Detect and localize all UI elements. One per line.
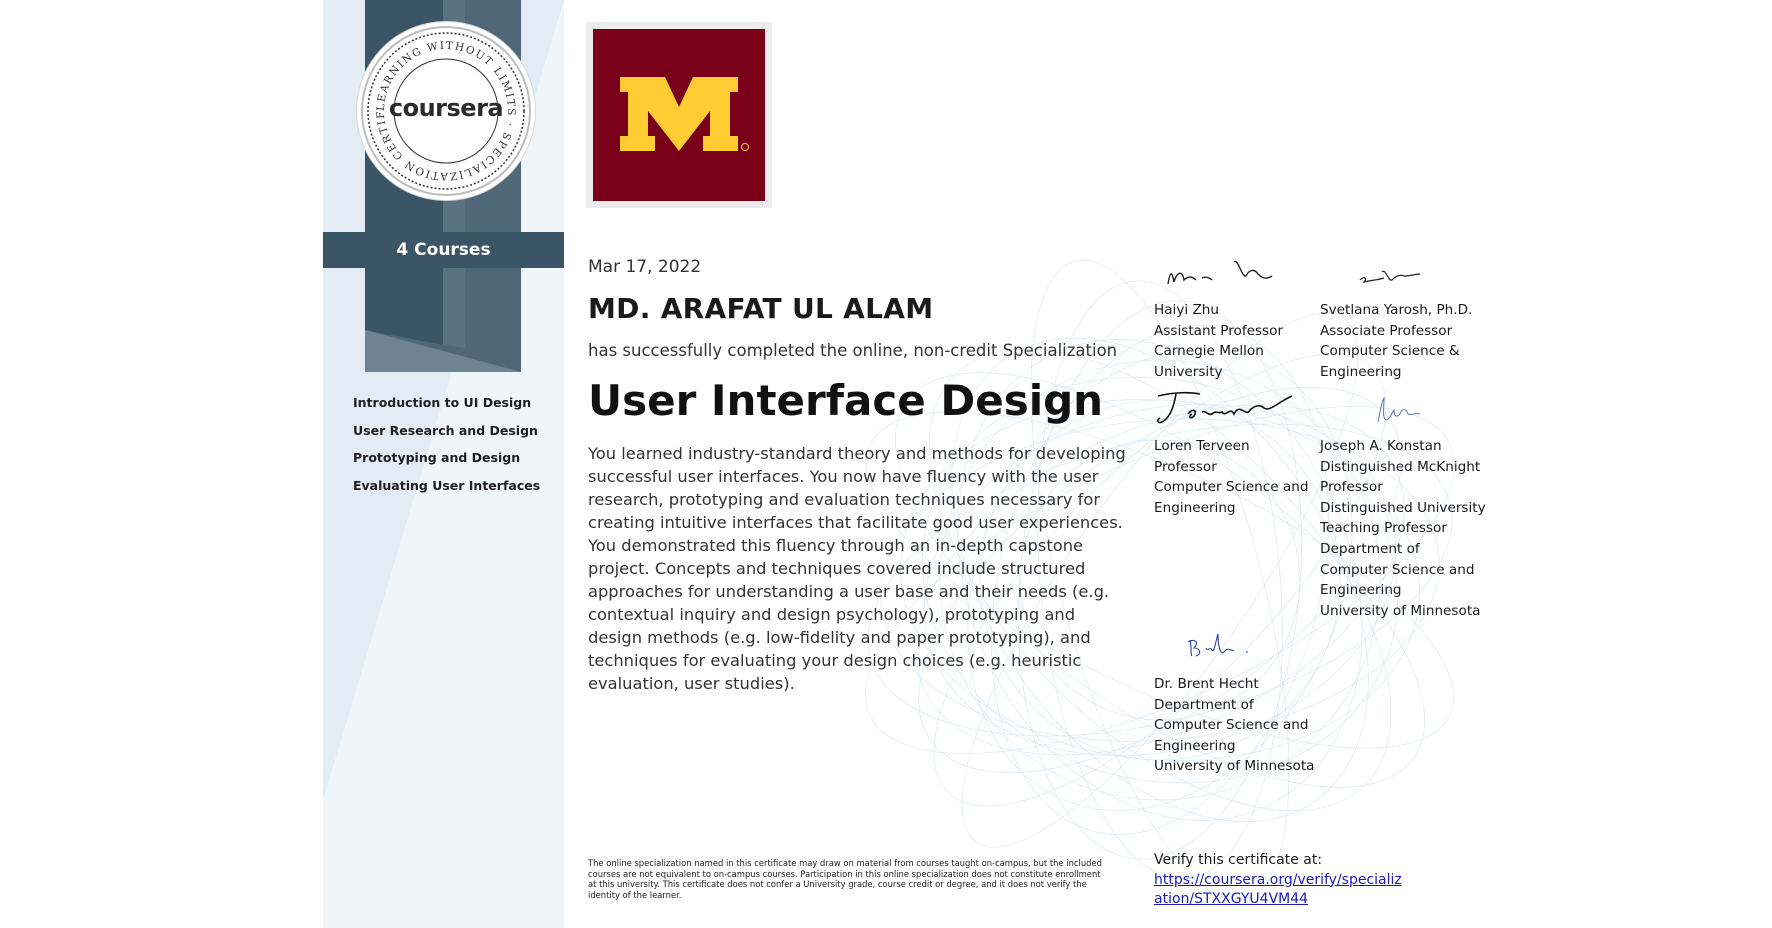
signatory-title: Assistant Professor [1154,322,1284,339]
signatory-name: Svetlana Yarosh, Ph.D. [1320,302,1473,318]
course-item: User Research and Design [353,422,538,438]
signatory-title: Associate Professor [1320,322,1453,339]
university-logo-tile [593,29,765,201]
signatory: Dr. Brent Hecht Department of Computer S… [1154,633,1329,777]
signatory-title: Engineering [1320,582,1402,599]
signatory-title: Distinguished McKnight [1320,458,1481,475]
signature-image [1377,396,1421,423]
signatory: Joseph A. Konstan Distinguished McKnight… [1320,396,1490,621]
course-item: Introduction to UI Design [353,395,532,410]
signatory-title: Professor [1320,479,1383,496]
signatory-name: Dr. Brent Hecht [1154,676,1259,692]
signature-image [1167,260,1273,285]
signatory-title: University of Minnesota [1154,758,1315,775]
courses-count-badge: 4 Courses [323,232,564,268]
signatory-title: Engineering [1154,499,1236,516]
specialization-description: You learned industry-standard theory and… [588,444,1126,693]
course-item: Prototyping and Design [353,450,521,465]
signatory-title: Department of [1320,540,1420,557]
certificate-sidebar: LEARNING WITHOUT LIMITS · SPECIALIZATION… [323,0,564,928]
verify-link[interactable]: https://coursera.org/verify/specializati… [1154,871,1404,910]
verification-block: Verify this certificate at: https://cour… [1154,851,1414,910]
specialization-title: User Interface Design [588,376,1104,425]
signatory-title: Engineering [1320,363,1402,380]
signature-image [1157,391,1293,424]
university-logo [586,22,772,208]
signatory-name: Haiyi Zhu [1154,302,1220,318]
completion-statement: has successfully completed the online, n… [588,341,1118,360]
signatory-title: Engineering [1154,737,1236,754]
verify-label: Verify this certificate at: [1154,852,1323,868]
signatory-title: Computer Science and [1154,479,1309,496]
signatory-title: Computer Science and [1320,561,1475,578]
recipient-name: MD. ARAFAT UL ALAM [588,292,934,325]
course-item: Evaluating User Interfaces [353,477,541,493]
seal-brand: coursera [388,94,504,122]
signatory-title: Distinguished University [1320,499,1486,516]
signatory-title: Computer Science and [1154,717,1309,734]
signatory-title: Carnegie Mellon [1154,343,1264,360]
signatory-title: University of Minnesota [1320,602,1481,619]
signature-image [1359,270,1421,284]
course-list: Introduction to UI Design User Research … [353,393,553,503]
signatory-title: Professor [1154,458,1217,475]
signatory-title: University [1154,363,1223,380]
signatory-title: Computer Science & [1320,343,1460,360]
issue-date: Mar 17, 2022 [588,257,702,277]
certificate-page: LEARNING WITHOUT LIMITS · SPECIALIZATION… [0,0,1772,928]
signatory-name: Joseph A. Konstan [1320,438,1442,454]
signatory: Haiyi Zhu Assistant Professor Carnegie M… [1154,260,1314,382]
signatory-name: Loren Terveen [1154,438,1250,454]
university-of-minnesota-m-logo-icon [620,77,749,151]
signatory-title: Department of [1154,696,1254,713]
signatory: Svetlana Yarosh, Ph.D. Associate Profess… [1320,270,1490,382]
coursera-seal: LEARNING WITHOUT LIMITS · SPECIALIZATION… [357,22,535,200]
signatory: Loren Terveen Professor Computer Science… [1154,391,1314,518]
signatory-title: Teaching Professor [1320,520,1447,537]
signature-image [1187,633,1248,657]
disclaimer-text: The online specialization named in this … [588,858,1102,900]
